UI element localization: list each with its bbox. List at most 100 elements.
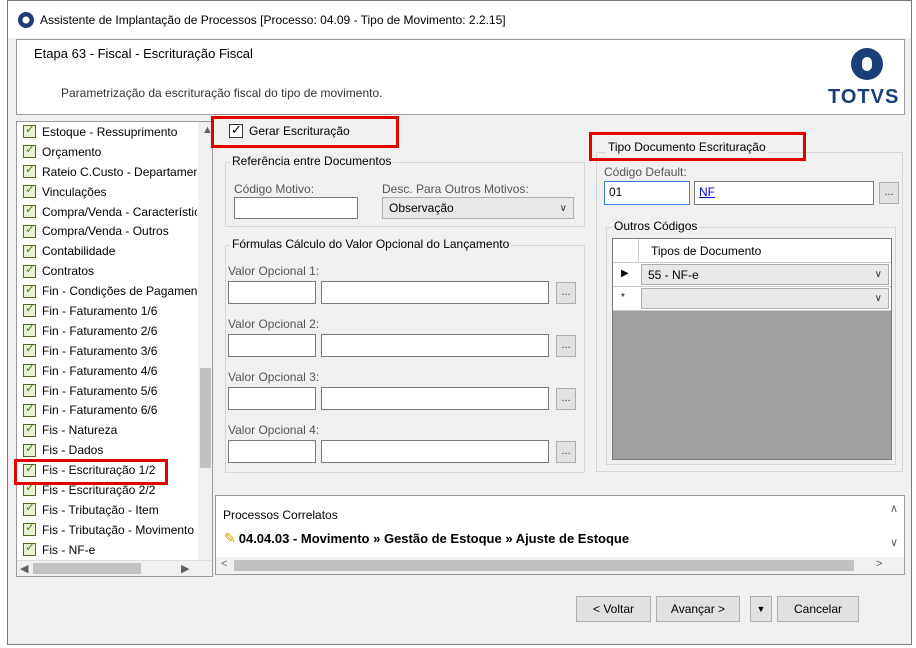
tipo-documento-select[interactable]: 55 - NF-e ∨ [641,264,889,285]
sidebar-step-item[interactable]: Fin - Faturamento 2/6 [17,321,197,341]
sidebar-step-label: Fin - Faturamento 1/6 [42,303,158,318]
scroll-right-icon[interactable]: ▶ [181,562,189,575]
highlight-gerar-escrituracao [211,116,399,148]
sidebar-step-item[interactable]: Fin - Faturamento 1/6 [17,301,197,321]
sidebar-step-label: Fin - Faturamento 2/6 [42,323,158,338]
correlatos-scroll-right-icon[interactable]: > [876,558,882,570]
sidebar-step-item[interactable]: Contratos [17,261,197,281]
sidebar-step-label: Fin - Condições de Pagamento [42,284,197,299]
sidebar-step-item[interactable]: Compra/Venda - Outros [17,221,197,241]
title-bar: Assistente de Implantação de Processos [… [8,1,911,38]
avancar-button[interactable]: Avançar > [656,596,740,622]
sidebar-step-item[interactable]: Fis - Natureza [17,420,197,440]
valor-opcional-formula-input[interactable] [321,387,549,410]
step-done-icon [23,162,36,179]
codigo-default-input[interactable]: 01 [604,181,690,205]
steps-sidebar[interactable]: Estoque - Ressuprimento Orçamento Rateio C… [16,121,213,577]
step-done-icon [23,480,36,497]
sidebar-step-item[interactable]: Contabilidade [17,241,197,261]
valor-opcional-formula-input[interactable] [321,281,549,304]
valor-opcional-label: Valor Opcional 3: [228,370,320,384]
row-marker-icon: ▶ [621,268,629,279]
grid-row[interactable]: ▶ 55 - NF-e ∨ [613,263,891,287]
sidebar-step-label: Contratos [42,264,95,279]
dropdown-arrow-button[interactable]: ▼ [750,596,772,622]
desc-outros-select[interactable]: Observação ∨ [382,197,574,219]
correlatos-scroll-up-icon[interactable]: ∧ [890,502,898,515]
sidebar-hscroll-thumb[interactable] [33,563,141,574]
sidebar-step-item[interactable]: Compra/Venda - Características [17,202,197,222]
grid-header-row: Tipos de Documento [613,239,891,263]
referencia-group-label: Referência entre Documentos [230,154,394,168]
sidebar-step-item[interactable]: Fis - NF-e [17,540,197,560]
sidebar-step-item[interactable]: Fin - Condições de Pagamento [17,281,197,301]
sidebar-step-label: Compra/Venda - Características [42,204,197,219]
totvs-logo-icon [851,48,883,80]
wizard-header: Etapa 63 - Fiscal - Escrituração Fiscal … [16,39,905,115]
sidebar-step-item[interactable]: Fis - Dados [17,440,197,460]
sidebar-step-label: Contabilidade [42,244,116,259]
valor-opcional-code-input[interactable] [228,440,316,463]
step-done-icon [23,182,36,199]
valor-opcional-formula-input[interactable] [321,440,549,463]
sidebar-step-label: Vinculações [42,184,107,199]
desc-outros-value: Observação [389,201,454,215]
voltar-button[interactable]: < Voltar [576,596,651,622]
sidebar-step-label: Compra/Venda - Outros [42,224,169,239]
formulas-group-label: Fórmulas Cálculo do Valor Opcional do La… [230,237,512,251]
codigo-motivo-input[interactable] [234,197,358,219]
step-done-icon [23,242,36,258]
codigo-default-desc-field[interactable]: NF [694,181,874,205]
row-marker-icon: * [621,292,625,303]
processos-correlatos-title: Processos Correlatos [223,508,338,522]
sidebar-step-label: Fis - Tributação - Movimento [42,522,195,537]
valor-opcional-code-input[interactable] [228,334,316,357]
valor-opcional-lookup-button[interactable]: ... [556,441,576,463]
sidebar-step-item[interactable]: Fin - Faturamento 6/6 [17,400,197,420]
correlato-item-label[interactable]: 04.04.03 - Movimento » Gestão de Estoque… [239,531,629,546]
valor-opcional-lookup-button[interactable]: ... [556,335,576,357]
scroll-left-icon[interactable]: ◀ [20,562,28,575]
valor-opcional-label: Valor Opcional 2: [228,317,320,331]
process-link-icon: ✎ [224,530,236,546]
sidebar-step-item[interactable]: Fis - Tributação - Movimento [17,520,197,540]
codigo-default-lookup-button[interactable]: ... [879,182,899,204]
valor-opcional-formula-input[interactable] [321,334,549,357]
sidebar-step-label: Fin - Faturamento 4/6 [42,363,158,378]
sidebar-step-item[interactable]: Fin - Faturamento 4/6 [17,361,197,381]
sidebar-step-item[interactable]: Orçamento [17,142,197,162]
correlatos-hscroll-thumb[interactable] [234,560,854,571]
tipo-documento-select[interactable]: ∨ [641,288,889,309]
sidebar-scroll-thumb[interactable] [200,368,211,468]
window-title: Assistente de Implantação de Processos [… [40,12,506,27]
sidebar-step-label: Fis - Dados [42,443,104,458]
cancelar-button[interactable]: Cancelar [777,596,859,622]
tipos-documento-grid[interactable]: Tipos de Documento ▶ 55 - NF-e ∨ * ∨ [612,238,892,460]
step-done-icon [23,301,36,318]
totvs-logo-text: TOTVS [828,86,900,108]
sidebar-step-item[interactable]: Fin - Faturamento 5/6 [17,381,197,401]
codigo-default-desc-link[interactable]: NF [699,185,715,199]
correlatos-scroll-left-icon[interactable]: < [221,558,227,570]
valor-opcional-code-input[interactable] [228,387,316,410]
wizard-window: Assistente de Implantação de Processos [… [7,0,912,645]
sidebar-vertical-scrollbar[interactable] [198,122,212,560]
step-done-icon [23,540,36,557]
sidebar-step-label: Rateio C.Custo - Departamento [42,164,197,179]
app-icon [18,11,34,28]
sidebar-step-item[interactable]: Vinculações [17,182,197,202]
sidebar-step-item[interactable]: Rateio C.Custo - Departamento [17,162,197,182]
step-title: Etapa 63 - Fiscal - Escrituração Fiscal [34,46,253,61]
valor-opcional-code-input[interactable] [228,281,316,304]
sidebar-step-item[interactable]: Fis - Tributação - Item [17,500,197,520]
correlato-item[interactable]: ✎ 04.04.03 - Movimento » Gestão de Estoq… [224,530,629,547]
sidebar-step-item[interactable]: Estoque - Ressuprimento [17,122,197,142]
correlatos-scroll-down-icon[interactable]: ∨ [890,536,898,549]
sidebar-step-item[interactable]: Fin - Faturamento 3/6 [17,341,197,361]
valor-opcional-lookup-button[interactable]: ... [556,282,576,304]
chevron-down-icon: ∨ [559,202,567,214]
valor-opcional-lookup-button[interactable]: ... [556,388,576,410]
grid-row[interactable]: * ∨ [613,287,891,311]
step-done-icon [23,441,36,457]
step-subtitle: Parametrização da escrituração fiscal do… [61,86,383,100]
